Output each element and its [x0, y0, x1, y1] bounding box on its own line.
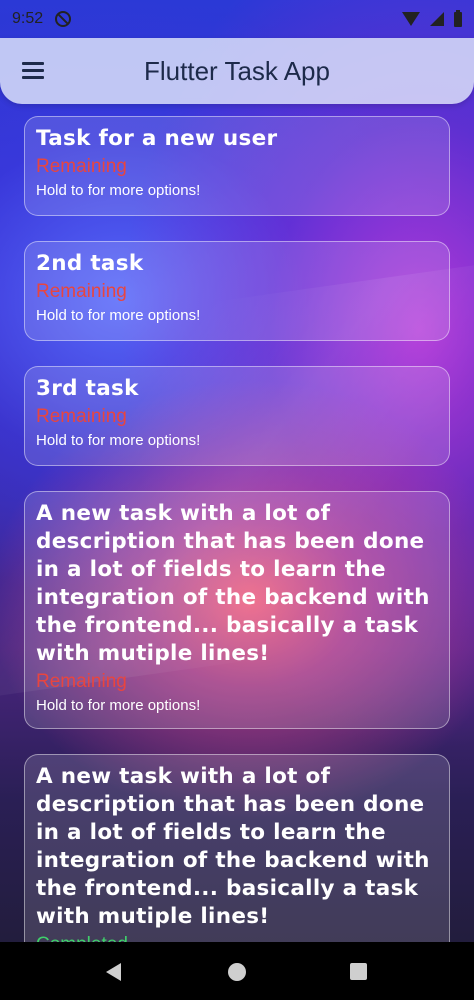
navigation-bar — [0, 942, 474, 1000]
task-title: A new task with a lot of description tha… — [36, 764, 430, 929]
status-time: 9:52 — [12, 10, 44, 27]
wifi-icon — [402, 12, 420, 26]
task-status: Completed — [36, 933, 438, 942]
do-not-disturb-icon — [55, 11, 72, 27]
task-title: 2nd task — [36, 251, 144, 276]
task-list[interactable]: Task for a new user Remaining Hold to fo… — [0, 104, 474, 942]
task-status: Remaining — [36, 156, 127, 177]
task-status: Remaining — [36, 406, 127, 427]
app-title: Flutter Task App — [144, 55, 330, 86]
task-hint: Hold to for more options! — [36, 182, 201, 199]
task-hint: Hold to for more options! — [36, 432, 201, 449]
recents-icon[interactable] — [350, 963, 367, 980]
task-hint: Hold to for more options! — [36, 307, 201, 324]
task-status: Remaining — [36, 671, 127, 692]
task-status: Remaining — [36, 281, 127, 302]
task-hint: Hold to for more options! — [36, 697, 201, 714]
status-bar: 9:52 — [0, 0, 474, 38]
task-title: 3rd task — [36, 376, 139, 401]
home-icon[interactable] — [228, 963, 246, 981]
task-title: A new task with a lot of description tha… — [36, 501, 430, 666]
status-icons — [402, 9, 462, 27]
task-card[interactable]: 3rd task Remaining Hold to for more opti… — [24, 366, 450, 466]
battery-icon — [454, 9, 462, 27]
signal-icon — [430, 12, 444, 26]
task-card[interactable]: Task for a new user Remaining Hold to fo… — [24, 116, 450, 216]
task-card[interactable]: A new task with a lot of description tha… — [24, 491, 450, 729]
task-card[interactable]: A new task with a lot of description tha… — [24, 754, 450, 942]
back-icon[interactable] — [106, 963, 121, 981]
app-bar: Flutter Task App — [0, 38, 474, 104]
task-card[interactable]: 2nd task Remaining Hold to for more opti… — [24, 241, 450, 341]
task-title: Task for a new user — [36, 126, 278, 151]
